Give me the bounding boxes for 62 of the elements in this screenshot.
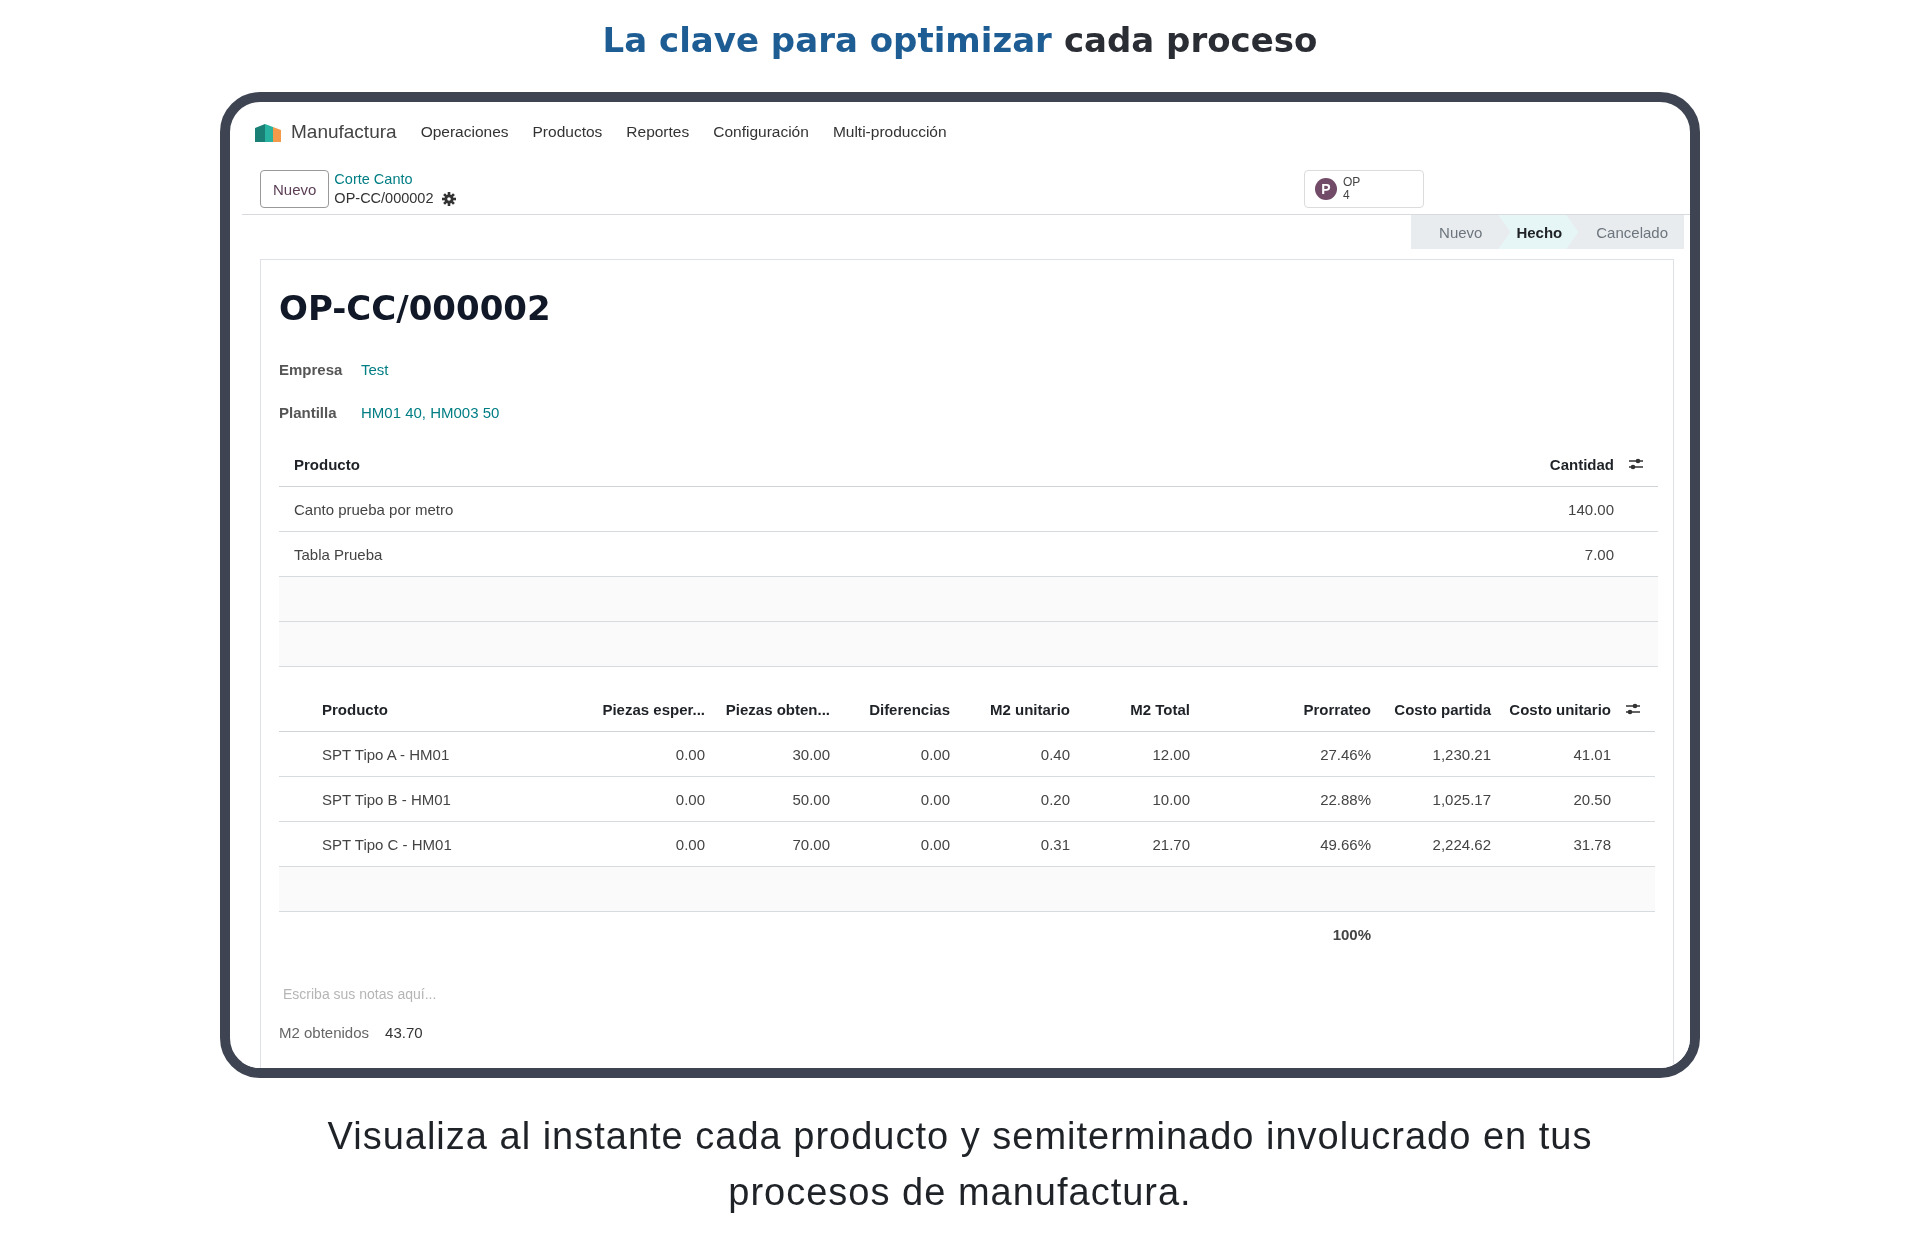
table-cell: 0.00 [830, 777, 950, 822]
table-cell: SPT Tipo B - HM01 [279, 777, 590, 822]
avatar: P [1315, 178, 1337, 200]
column-header: Producto [279, 442, 1474, 487]
menu-item[interactable]: Reportes [626, 123, 690, 141]
new-button[interactable]: Nuevo [260, 170, 330, 208]
table-cell: 41.01 [1491, 732, 1611, 777]
table-cell: 140.00 [1474, 487, 1614, 532]
app-name: Manufactura [291, 121, 397, 143]
column-header: Producto [279, 687, 590, 732]
table-cell: 22.88% [1190, 777, 1371, 822]
record-name: OP-CC/000002 [334, 189, 434, 208]
headline-text: cada proceso [1063, 19, 1318, 62]
column-header: Prorrateo [1190, 687, 1371, 732]
table-cell: 30.00 [705, 732, 830, 777]
menu-item[interactable]: Configuración [713, 123, 809, 141]
stage-tab[interactable]: Nuevo [1421, 215, 1499, 249]
summary-label: M2 obtenidos [279, 1024, 370, 1041]
column-header: Piezas esper... [590, 687, 705, 732]
column-header: M2 unitario [950, 687, 1070, 732]
menu-item[interactable]: Multi-producción [832, 123, 947, 141]
table-cell: 1,230.21 [1371, 732, 1491, 777]
column-header: Costo partida [1371, 687, 1491, 732]
stage-tab[interactable]: Cancelado [1578, 215, 1684, 249]
table-cell: 50.00 [705, 777, 830, 822]
breadcrumb-link[interactable]: Corte Canto [334, 170, 456, 189]
column-header: Cantidad [1474, 442, 1614, 487]
column-header: M2 Total [1070, 687, 1190, 732]
column-header: Costo unitario [1491, 687, 1611, 732]
table-cell: 27.46% [1190, 732, 1371, 777]
table-cell: 12.00 [1070, 732, 1190, 777]
table-cell: 10.00 [1070, 777, 1190, 822]
table-cell: 0.20 [950, 777, 1070, 822]
menu-item[interactable]: Operaciones [420, 123, 509, 141]
headline-text: La clave para optimizar [602, 19, 1052, 62]
table-cell: Canto prueba por metro [279, 487, 1474, 532]
total-cell-text: 100% [1331, 924, 1371, 945]
column-header: Piezas obten... [705, 687, 830, 732]
table-cell: 0.40 [950, 732, 1070, 777]
app-logo-icon [255, 122, 281, 142]
badge-count: 4 [1343, 189, 1351, 202]
table-cell: 0.00 [590, 777, 705, 822]
table-cell: SPT Tipo A - HM01 [279, 732, 590, 777]
field-label: Empresa [279, 361, 344, 378]
menu-item[interactable]: Productos [532, 123, 603, 141]
column-header: Diferencias [830, 687, 950, 732]
table-cell: 0.00 [590, 732, 705, 777]
stage-tab[interactable]: Hecho [1498, 215, 1579, 249]
column-settings-icon[interactable] [1628, 457, 1644, 471]
column-settings-icon[interactable] [1625, 702, 1641, 716]
activity-badge[interactable]: P OP 4 [1304, 170, 1424, 208]
table-cell: 1,025.17 [1371, 777, 1491, 822]
table-cell: 20.50 [1491, 777, 1611, 822]
caption-text: Visualiza al instante cada producto y semiterminado involucrado en tus procesos de manufactura. [326, 1114, 1594, 1215]
table-cell: 0.00 [830, 732, 950, 777]
field-link[interactable]: HM01 40, HM003 50 [361, 404, 500, 421]
record-title: OP-CC/000002 [279, 288, 552, 328]
badge-label: OP [1343, 176, 1361, 189]
summary-value: 43.70 [385, 1024, 423, 1041]
field-link[interactable]: Test [361, 361, 389, 378]
field-label: Plantilla [279, 404, 338, 421]
settings-icon[interactable] [441, 191, 456, 206]
